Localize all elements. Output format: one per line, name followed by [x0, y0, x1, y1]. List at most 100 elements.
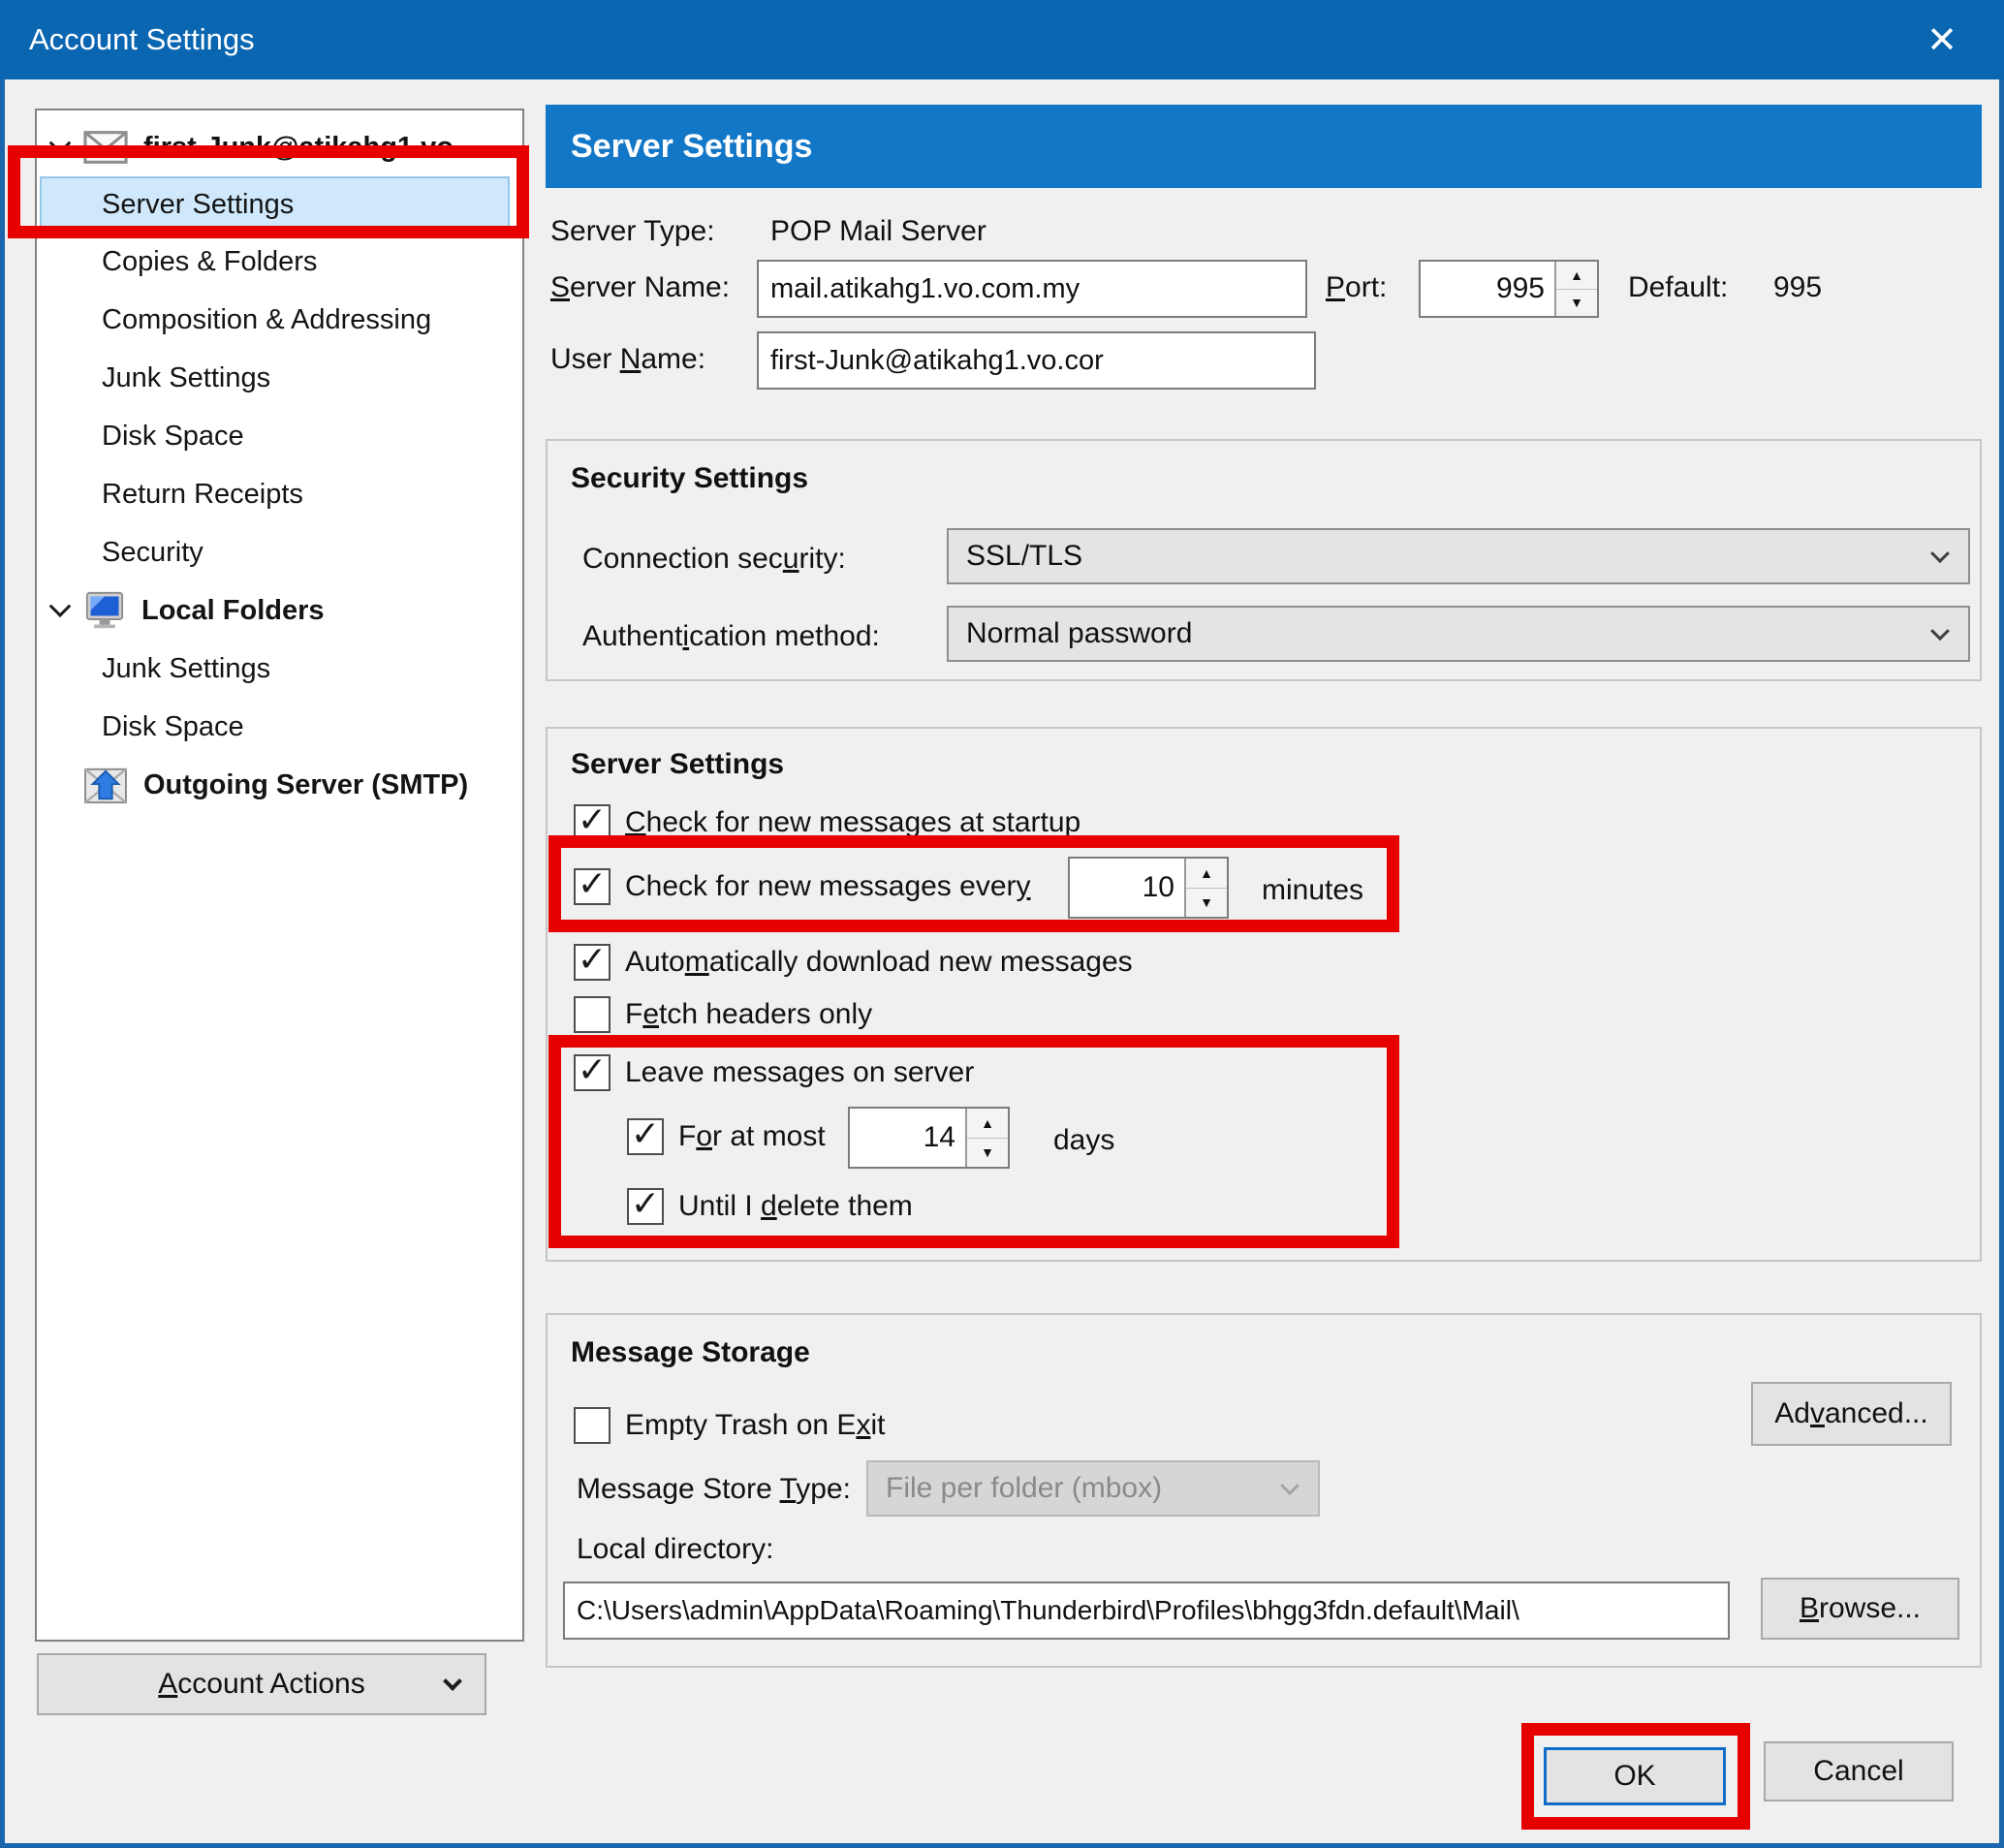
- sidebar-item-label: Outgoing Server (SMTP): [143, 769, 468, 801]
- user-name-label: User Name:: [550, 343, 705, 376]
- empty-trash-checkbox[interactable]: [574, 1407, 611, 1444]
- local-directory-input[interactable]: [563, 1582, 1730, 1640]
- spin-down-icon[interactable]: ▼: [1556, 290, 1597, 317]
- panel-header: Server Settings: [546, 105, 1982, 188]
- sidebar-item-label: Copies & Folders: [102, 246, 317, 278]
- for-at-most-suffix: days: [1053, 1124, 1114, 1157]
- check-startup-checkbox[interactable]: ✓: [574, 804, 611, 841]
- panel-title: Server Settings: [571, 128, 812, 166]
- until-delete-label: Until I delete them: [678, 1190, 913, 1223]
- spin-up-icon[interactable]: ▲: [1186, 859, 1227, 889]
- spin-down-icon[interactable]: ▼: [1186, 889, 1227, 918]
- user-name-input[interactable]: [757, 331, 1316, 390]
- check-every-checkbox[interactable]: ✓: [574, 868, 611, 905]
- for-at-most-value[interactable]: 14: [850, 1109, 965, 1167]
- for-at-most-spinner[interactable]: 14 ▲▼: [848, 1107, 1010, 1169]
- empty-trash-row[interactable]: Empty Trash on Exit: [574, 1407, 885, 1444]
- chevron-down-icon: [443, 1672, 462, 1691]
- message-storage-heading: Message Storage: [571, 1336, 810, 1369]
- until-delete-row[interactable]: ✓ Until I delete them: [627, 1188, 913, 1225]
- mail-account-icon: [83, 130, 128, 165]
- for-at-most-label: For at most: [678, 1120, 826, 1153]
- sidebar-item-label: Return Receipts: [102, 479, 303, 511]
- for-at-most-checkbox[interactable]: ✓: [627, 1118, 664, 1155]
- sidebar-item-junk-settings-local[interactable]: Junk Settings: [37, 640, 522, 698]
- leave-on-server-label: Leave messages on server: [625, 1056, 974, 1089]
- server-settings-group: Server Settings ✓ Check for new messages…: [546, 727, 1982, 1262]
- spinner-buttons[interactable]: ▲▼: [1184, 859, 1227, 917]
- sidebar-item-outgoing-server[interactable]: Outgoing Server (SMTP): [37, 756, 522, 814]
- connection-security-value: SSL/TLS: [966, 540, 1082, 573]
- fetch-headers-label: Fetch headers only: [625, 998, 872, 1031]
- auth-method-label: Authentication method:: [582, 620, 880, 653]
- sidebar-item-junk-settings[interactable]: Junk Settings: [37, 349, 522, 407]
- server-type-value: POP Mail Server: [770, 215, 986, 248]
- security-settings-heading: Security Settings: [571, 462, 808, 495]
- connection-security-label: Connection security:: [582, 543, 846, 576]
- spin-up-icon[interactable]: ▲: [967, 1109, 1008, 1139]
- auto-download-row[interactable]: ✓ Automatically download new messages: [574, 944, 1133, 981]
- chevron-down-icon: [1280, 1476, 1299, 1495]
- sidebar-item-local-folders[interactable]: Local Folders: [37, 581, 522, 640]
- port-value[interactable]: 995: [1421, 262, 1554, 316]
- leave-on-server-checkbox[interactable]: ✓: [574, 1054, 611, 1091]
- server-name-input[interactable]: [757, 260, 1307, 318]
- account-settings-dialog: Account Settings ✕ first-Junk@atikahg1.v…: [0, 0, 2004, 1848]
- store-type-label: Message Store Type:: [577, 1473, 851, 1506]
- sidebar-item-label: Junk Settings: [102, 653, 270, 685]
- check-startup-row[interactable]: ✓ Check for new messages at startup: [574, 804, 1080, 841]
- default-port-value: 995: [1773, 271, 1822, 304]
- chevron-down-icon[interactable]: [49, 132, 72, 154]
- auth-method-value: Normal password: [966, 617, 1192, 650]
- advanced-button[interactable]: Advanced...: [1751, 1382, 1952, 1446]
- check-every-label: Check for new messages every: [625, 870, 1031, 903]
- fetch-headers-row[interactable]: Fetch headers only: [574, 996, 872, 1033]
- close-icon[interactable]: ✕: [1905, 0, 1979, 79]
- chevron-down-icon: [1930, 544, 1950, 563]
- titlebar[interactable]: Account Settings ✕: [0, 0, 2004, 79]
- sidebar-item-label: Security: [102, 537, 204, 569]
- spin-down-icon[interactable]: ▼: [967, 1139, 1008, 1168]
- account-actions-label: Account Actions: [158, 1668, 364, 1701]
- outgoing-server-icon: [83, 766, 128, 804]
- auth-method-select[interactable]: Normal password: [947, 606, 1970, 662]
- sidebar-item-server-settings[interactable]: Server Settings: [40, 176, 510, 233]
- sidebar-item-label: first-Junk@atikahg1.vo...: [143, 132, 477, 164]
- check-every-value[interactable]: 10: [1070, 859, 1184, 917]
- fetch-headers-checkbox[interactable]: [574, 996, 611, 1033]
- spin-up-icon[interactable]: ▲: [1556, 262, 1597, 290]
- spinner-buttons[interactable]: ▲▼: [1554, 262, 1597, 316]
- server-settings-heading: Server Settings: [571, 748, 784, 781]
- sidebar-item-disk-space[interactable]: Disk Space: [37, 407, 522, 465]
- sidebar-item-label: Disk Space: [102, 421, 244, 453]
- browse-button-label: Browse...: [1800, 1592, 1921, 1625]
- account-actions-button[interactable]: Account Actions: [37, 1653, 486, 1715]
- server-settings-panel: Server Settings Server Type: POP Mail Se…: [546, 105, 1982, 1704]
- for-at-most-row[interactable]: ✓ For at most: [627, 1118, 826, 1155]
- sidebar-item-composition-addressing[interactable]: Composition & Addressing: [37, 291, 522, 349]
- chevron-down-icon: [1930, 621, 1950, 641]
- message-storage-group: Message Storage Advanced... Empty Trash …: [546, 1313, 1982, 1668]
- empty-trash-label: Empty Trash on Exit: [625, 1409, 885, 1442]
- check-every-row[interactable]: ✓ Check for new messages every: [574, 868, 1031, 905]
- port-spinner[interactable]: 995 ▲▼: [1419, 260, 1599, 318]
- connection-security-select[interactable]: SSL/TLS: [947, 528, 1970, 584]
- leave-on-server-row[interactable]: ✓ Leave messages on server: [574, 1054, 974, 1091]
- cancel-button-label: Cancel: [1813, 1755, 1903, 1788]
- check-every-spinner[interactable]: 10 ▲▼: [1068, 857, 1229, 919]
- sidebar-item-account[interactable]: first-Junk@atikahg1.vo...: [37, 118, 522, 176]
- auto-download-checkbox[interactable]: ✓: [574, 944, 611, 981]
- cancel-button[interactable]: Cancel: [1764, 1741, 1954, 1801]
- chevron-down-icon[interactable]: [49, 595, 72, 617]
- sidebar-item-disk-space-local[interactable]: Disk Space: [37, 698, 522, 756]
- browse-button[interactable]: Browse...: [1761, 1578, 1959, 1640]
- check-startup-label: Check for new messages at startup: [625, 806, 1080, 839]
- sidebar-item-return-receipts[interactable]: Return Receipts: [37, 465, 522, 523]
- sidebar-item-label: Disk Space: [102, 711, 244, 743]
- ok-button[interactable]: OK: [1544, 1747, 1726, 1805]
- sidebar-item-label: Local Folders: [141, 595, 325, 627]
- until-delete-checkbox[interactable]: ✓: [627, 1188, 664, 1225]
- sidebar-item-copies-folders[interactable]: Copies & Folders: [37, 233, 522, 291]
- spinner-buttons[interactable]: ▲▼: [965, 1109, 1008, 1167]
- sidebar-item-security[interactable]: Security: [37, 523, 522, 581]
